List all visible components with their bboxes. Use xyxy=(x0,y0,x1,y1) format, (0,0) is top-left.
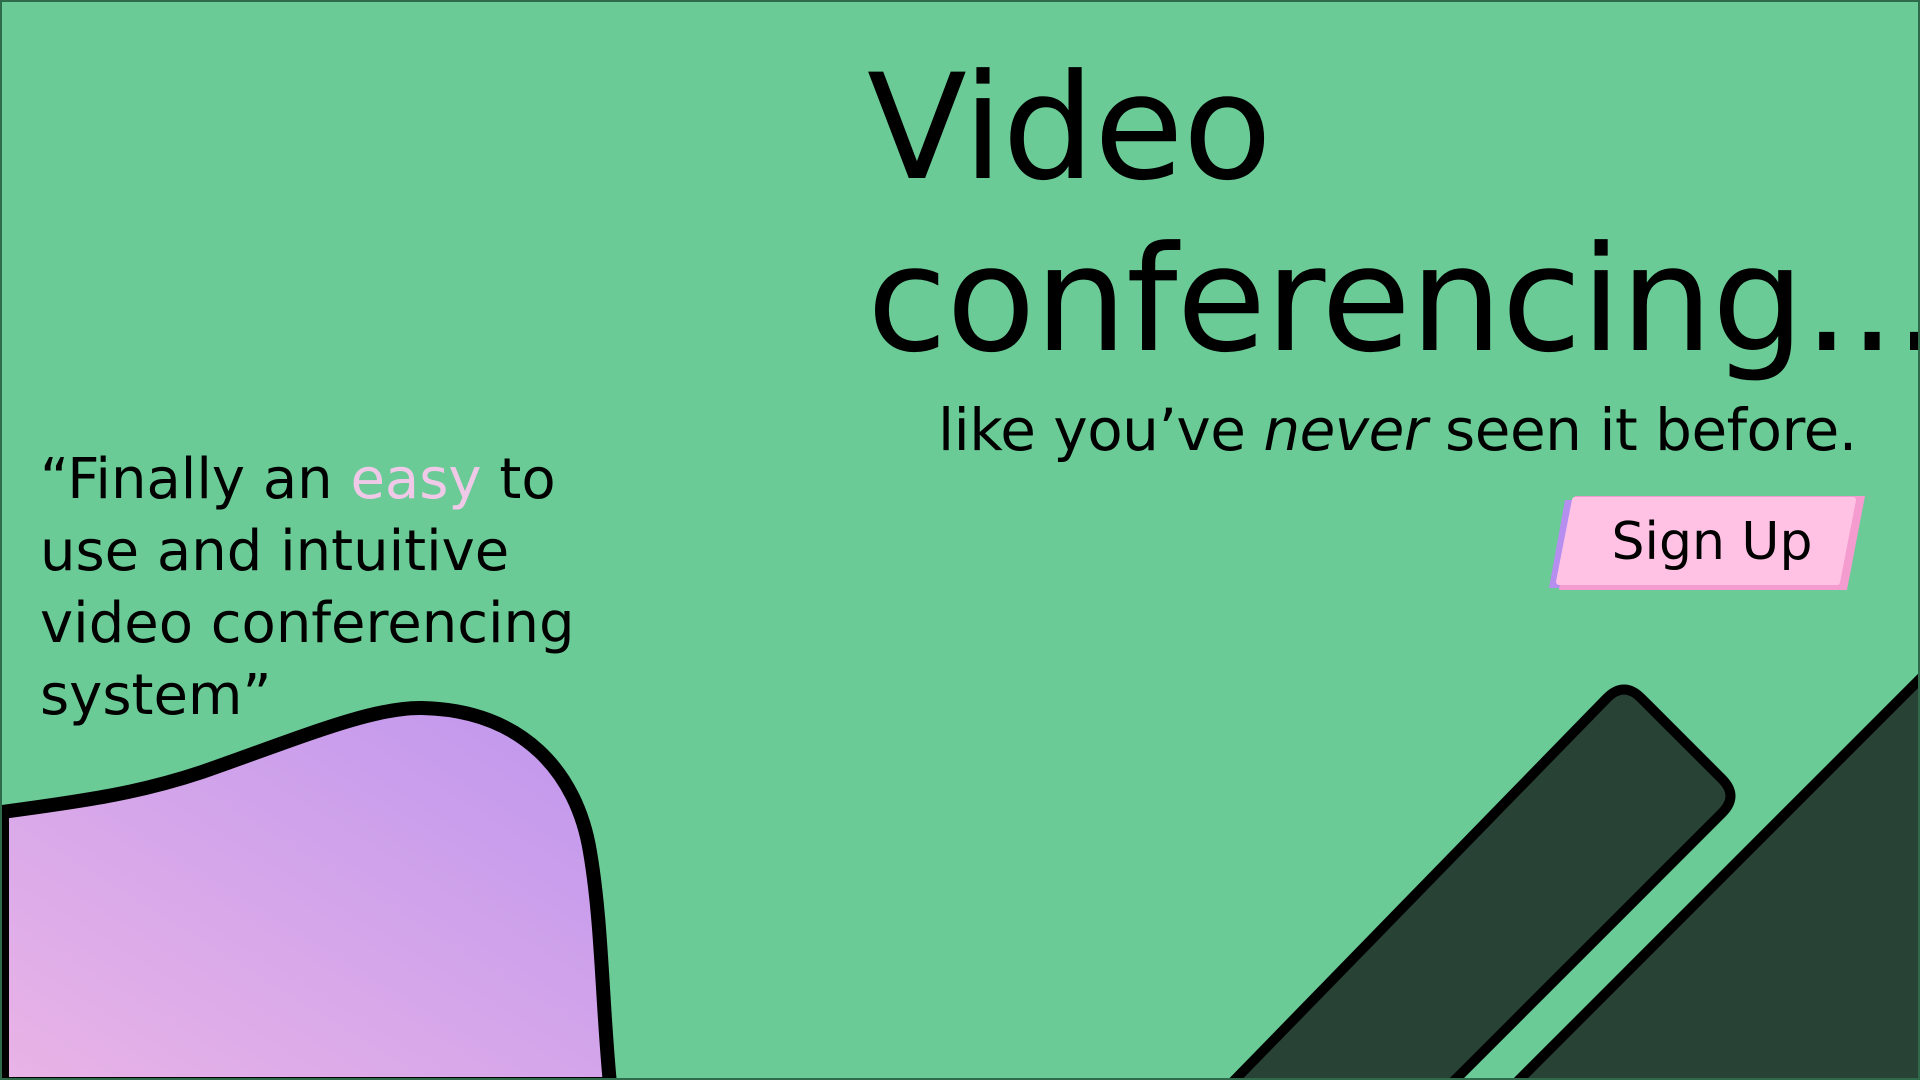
purple-blob-shape xyxy=(2,700,617,1078)
testimonial-highlight-word: easy xyxy=(350,447,482,512)
tagline-emphasis: never xyxy=(1263,396,1428,464)
hero-headline: Video conferencing... xyxy=(867,42,1920,386)
tagline-before: like you’ve xyxy=(938,396,1264,464)
sign-up-button-label: Sign Up xyxy=(1611,512,1813,572)
landing-page: Video conferencing... like you’ve never … xyxy=(0,0,1920,1080)
testimonial-part-1: “Finally an xyxy=(40,447,351,512)
hero-headline-line-1: Video xyxy=(867,43,1272,213)
hero-headline-line-2: conferencing... xyxy=(867,215,1920,385)
testimonial-quote: “Finally an easy to use and intuitive vi… xyxy=(40,444,630,732)
tagline-after: seen it before. xyxy=(1427,396,1857,464)
hero-tagline: like you’ve never seen it before. xyxy=(938,394,1857,466)
sign-up-button[interactable]: Sign Up xyxy=(1545,496,1865,592)
